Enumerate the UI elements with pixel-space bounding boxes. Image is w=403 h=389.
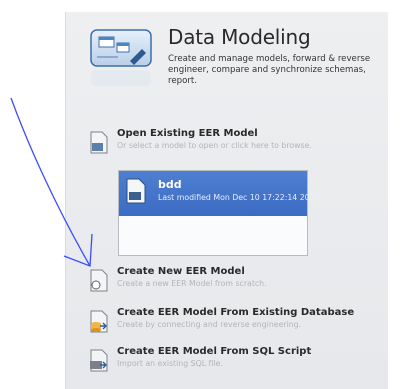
- database-import-icon: [88, 310, 110, 334]
- action-subtitle: Create by connecting and reverse enginee…: [117, 320, 302, 329]
- action-title: Create EER Model From SQL Script: [117, 346, 312, 357]
- action-subtitle: Create a new EER Model from scratch.: [117, 279, 267, 288]
- data-modeling-icon: [90, 29, 152, 87]
- new-model-file-icon: [88, 269, 110, 293]
- create-new-eer-model-action[interactable]: Create New EER Model Create a new EER Mo…: [88, 266, 388, 300]
- create-from-sql-script-action[interactable]: Create EER Model From SQL Script Import …: [88, 346, 388, 380]
- action-title: Open Existing EER Model: [117, 128, 258, 139]
- action-title: Create EER Model From Existing Database: [117, 307, 355, 318]
- data-modeling-panel: Data Modeling Create and manage models, …: [65, 12, 388, 389]
- create-from-database-action[interactable]: Create EER Model From Existing Database …: [88, 307, 388, 341]
- recent-model-item[interactable]: bdd Last modified Mon Dec 10 17:22:14 20…: [119, 171, 320, 216]
- open-existing-model-action[interactable]: Open Existing EER Model Or select a mode…: [88, 128, 388, 162]
- recent-model-modified: Last modified Mon Dec 10 17:22:14 2012: [158, 193, 320, 202]
- action-subtitle: Or select a model to open or click here …: [117, 141, 312, 150]
- open-model-file-icon: [88, 131, 110, 155]
- data-modeling-header[interactable]: Data Modeling Create and manage models, …: [90, 25, 390, 105]
- header-title: Data Modeling: [168, 25, 311, 49]
- recent-model-name: bdd: [158, 178, 182, 191]
- header-description: Create and manage models, forward & reve…: [168, 54, 371, 86]
- action-title: Create New EER Model: [117, 266, 245, 277]
- action-subtitle: Import an existing SQL file.: [117, 359, 223, 368]
- sql-script-icon: [88, 349, 110, 373]
- recent-models-list[interactable]: bdd Last modified Mon Dec 10 17:22:14 20…: [118, 170, 320, 256]
- model-file-icon: [125, 178, 147, 204]
